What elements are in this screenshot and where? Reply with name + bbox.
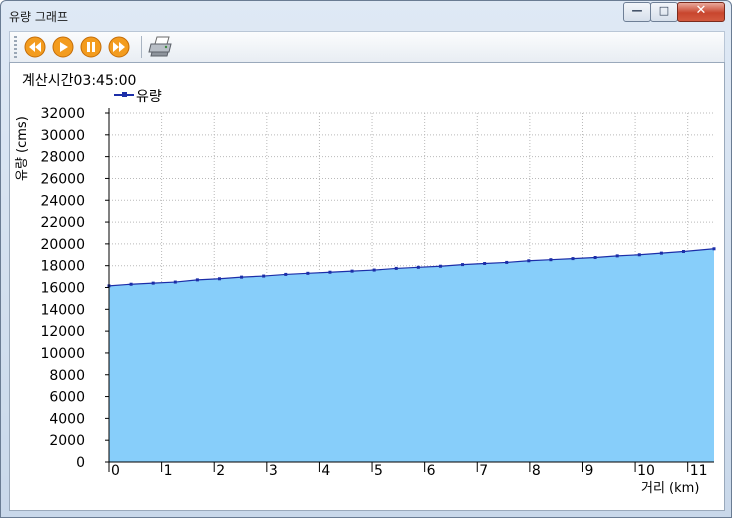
data-point [306, 271, 310, 275]
data-point [416, 265, 420, 269]
x-tick-label: 0 [111, 463, 120, 479]
data-point [195, 278, 199, 282]
x-tick-label: 1 [164, 463, 173, 479]
y-tick-label: 4000 [49, 411, 85, 427]
x-tick-label: 3 [269, 463, 278, 479]
y-tick-label: 10000 [40, 346, 85, 362]
data-point [659, 251, 663, 255]
data-point [372, 268, 376, 272]
data-point [240, 275, 244, 279]
data-point [712, 247, 716, 251]
y-tick-label: 2000 [49, 433, 85, 449]
x-tick-label: 10 [637, 463, 655, 479]
y-tick-label: 8000 [49, 368, 85, 384]
data-point [505, 260, 509, 264]
x-tick-label: 11 [690, 463, 708, 479]
x-tick-label: 9 [584, 463, 593, 479]
data-point [571, 257, 575, 261]
data-point [438, 264, 442, 268]
data-point [217, 277, 221, 281]
data-point [350, 269, 354, 273]
data-point [262, 274, 266, 278]
y-tick-label: 6000 [49, 390, 85, 406]
data-point [593, 256, 597, 260]
x-tick-label: 4 [321, 463, 330, 479]
y-tick-label: 26000 [40, 171, 85, 187]
data-point [527, 259, 531, 263]
y-tick-label: 0 [76, 455, 85, 471]
y-tick-label: 16000 [40, 281, 85, 297]
y-tick-label: 18000 [40, 259, 85, 275]
data-point [549, 258, 553, 262]
data-point [284, 272, 288, 276]
y-tick-label: 28000 [40, 150, 85, 166]
y-tick-label: 20000 [40, 237, 85, 253]
y-tick-label: 30000 [40, 128, 85, 144]
flow-chart: 0200040006000800010000120001400016000180… [40, 106, 716, 479]
data-point [173, 280, 177, 284]
series-area [109, 248, 714, 462]
data-point [129, 282, 133, 286]
x-tick-label: 2 [216, 463, 225, 479]
y-tick-label: 22000 [40, 215, 85, 231]
data-point [681, 250, 685, 254]
y-tick-label: 14000 [40, 302, 85, 318]
y-tick-label: 24000 [40, 193, 85, 209]
x-tick-label: 7 [479, 463, 488, 479]
y-tick-label: 12000 [40, 324, 85, 340]
data-point [461, 263, 465, 267]
data-point [615, 254, 619, 258]
x-tick-label: 5 [374, 463, 383, 479]
data-point [637, 253, 641, 257]
data-point [394, 266, 398, 270]
data-point [483, 262, 487, 266]
y-tick-label: 32000 [40, 106, 85, 122]
data-point [151, 281, 155, 285]
x-tick-label: 6 [427, 463, 436, 479]
x-tick-label: 8 [532, 463, 541, 479]
data-point [328, 270, 332, 274]
